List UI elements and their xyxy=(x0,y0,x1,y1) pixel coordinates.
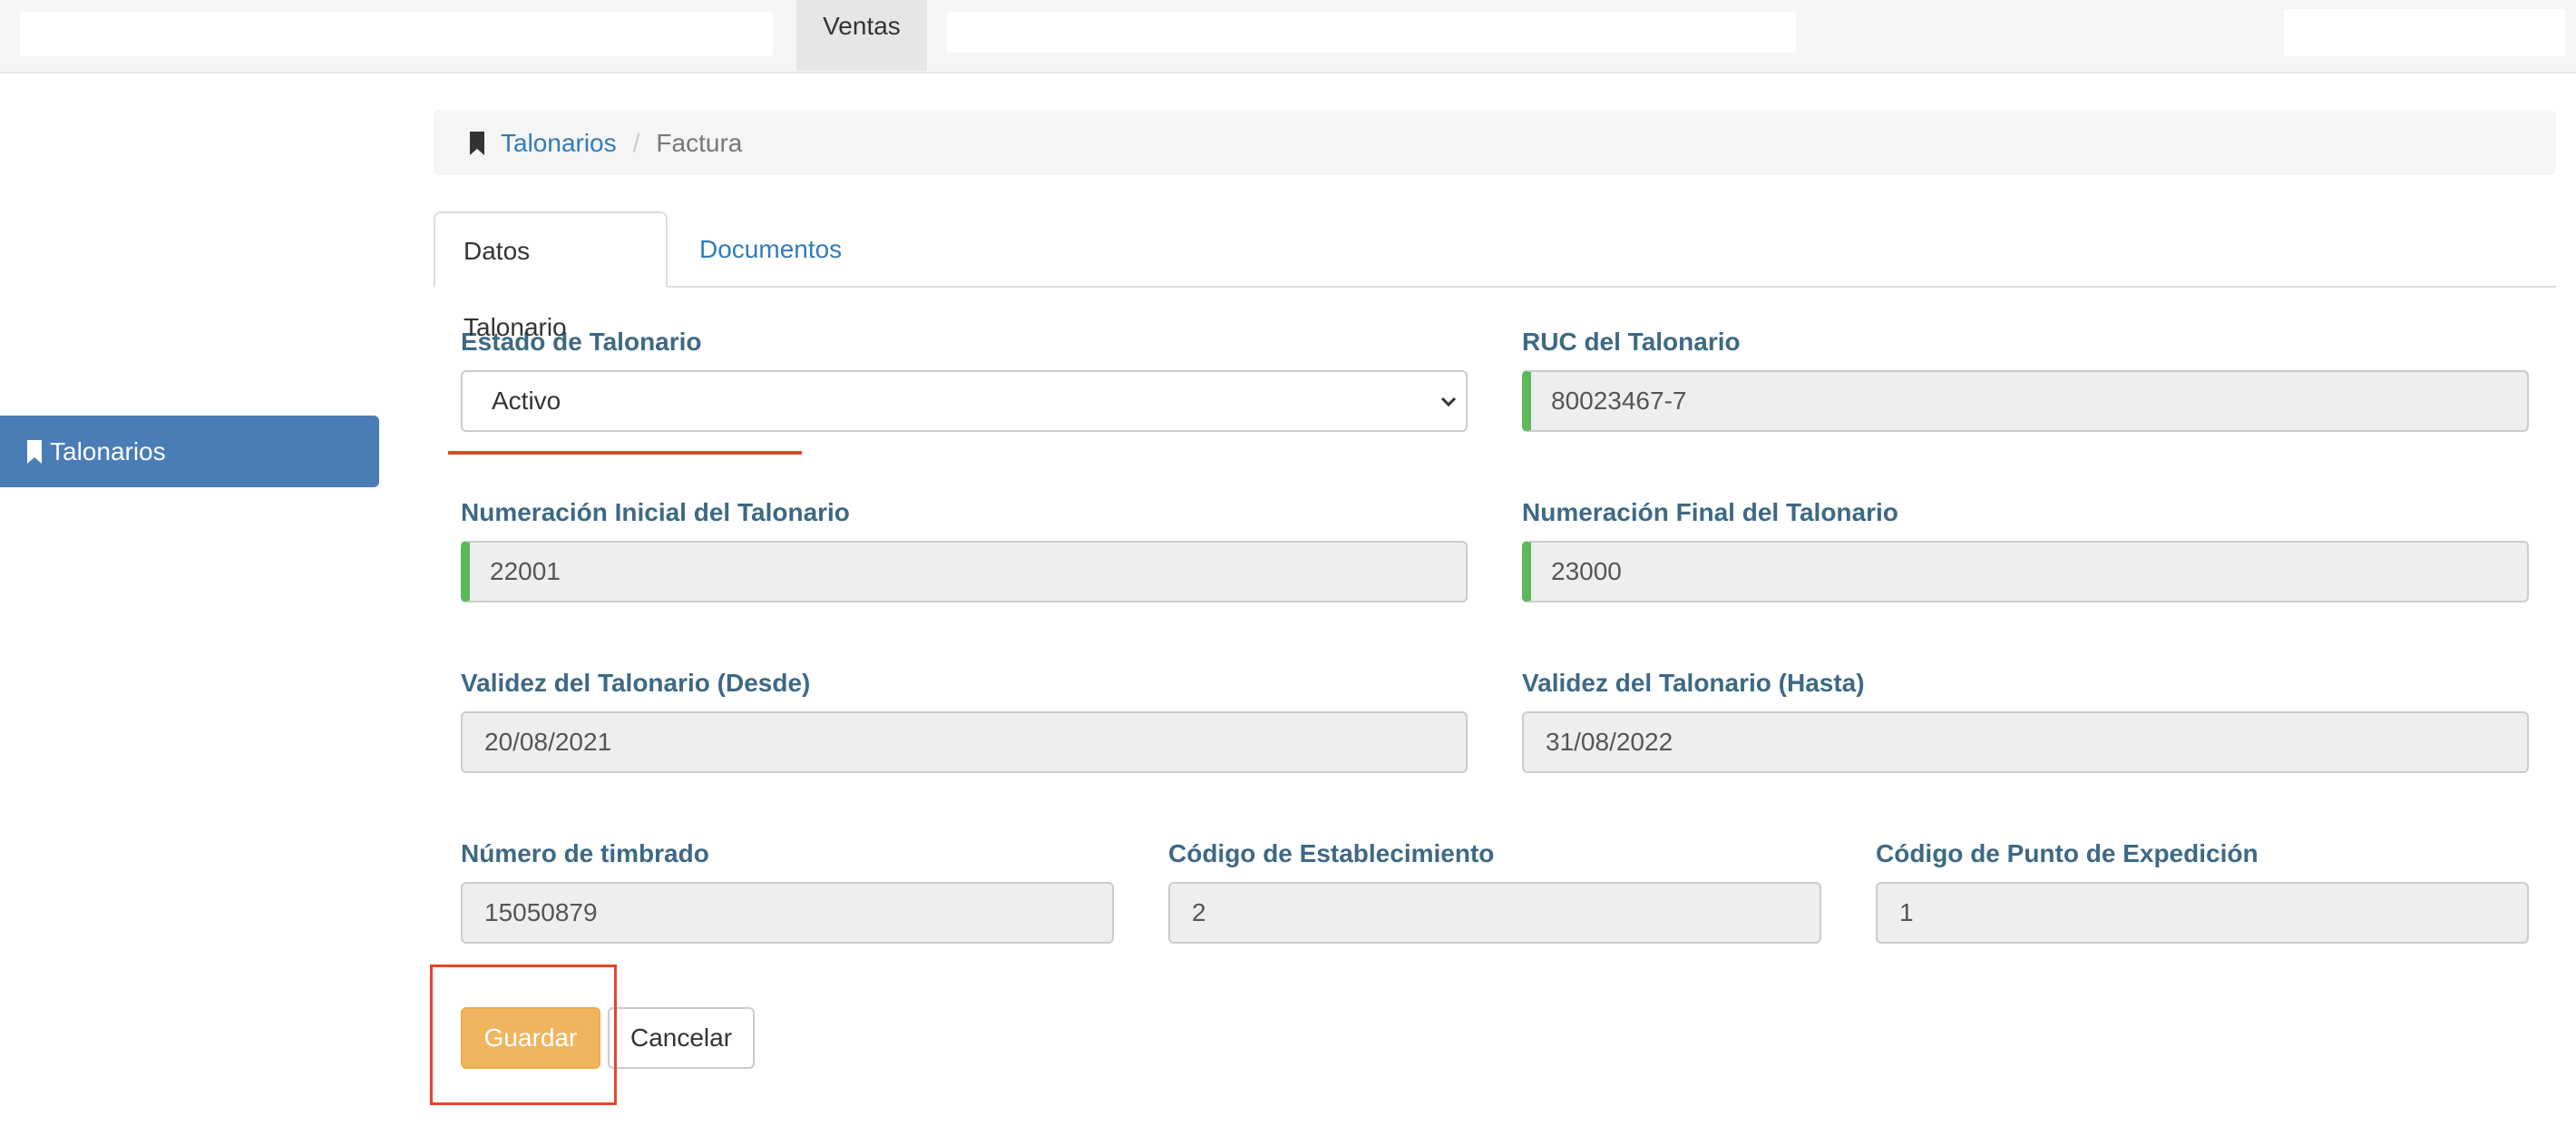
chevron-down-icon xyxy=(1440,397,1457,407)
validez-desde-label: Validez del Talonario (Desde) xyxy=(461,669,811,697)
estado-select[interactable]: Activo xyxy=(461,370,1468,432)
validez-hasta-label: Validez del Talonario (Hasta) xyxy=(1522,669,1865,697)
sidebar-item-talonarios[interactable]: Talonarios xyxy=(0,416,379,487)
num-inicial-label: Numeración Inicial del Talonario xyxy=(461,498,850,526)
num-final-field[interactable]: 23000 xyxy=(1522,541,2529,602)
nav-tab-ventas[interactable]: Ventas xyxy=(796,0,927,71)
breadcrumb-current: Factura xyxy=(656,128,743,157)
timbrado-field[interactable]: 15050879 xyxy=(461,882,1114,944)
tab-documentos[interactable]: Documentos xyxy=(671,211,870,288)
establecimiento-value: 2 xyxy=(1192,898,1206,926)
top-nav-placeholder-center xyxy=(947,12,1796,53)
establecimiento-label: Código de Establecimiento xyxy=(1168,839,1495,867)
top-nav-placeholder-right xyxy=(2284,9,2565,56)
punto-expedicion-label: Código de Punto de Expedición xyxy=(1876,839,2259,867)
bookmark-icon xyxy=(27,439,42,464)
top-nav-placeholder-left xyxy=(20,12,773,56)
bookmark-icon xyxy=(470,131,484,155)
ruc-value: 80023467-7 xyxy=(1551,387,1687,415)
tab-datos-talonario[interactable]: Datos Talonario xyxy=(434,211,668,341)
num-final-label: Numeración Final del Talonario xyxy=(1522,498,1898,526)
sidebar-item-label: Talonarios xyxy=(50,436,166,465)
annotation-underline xyxy=(448,451,802,455)
ruc-label: RUC del Talonario xyxy=(1522,328,1741,356)
estado-select-value: Activo xyxy=(492,387,561,415)
breadcrumb-separator: / xyxy=(632,128,640,157)
top-navbar: Ventas xyxy=(0,0,2576,73)
validez-hasta-field[interactable]: 31/08/2022 xyxy=(1522,711,2529,773)
timbrado-label: Número de timbrado xyxy=(461,839,709,867)
annotation-highlight-box xyxy=(430,965,617,1105)
breadcrumb: Talonarios / Factura xyxy=(434,111,2556,175)
num-final-value: 23000 xyxy=(1551,557,1622,585)
establecimiento-field[interactable]: 2 xyxy=(1168,882,1821,944)
num-inicial-field[interactable]: 22001 xyxy=(461,541,1468,602)
cancel-button[interactable]: Cancelar xyxy=(608,1007,755,1069)
validez-hasta-value: 31/08/2022 xyxy=(1546,728,1673,756)
punto-expedicion-field[interactable]: 1 xyxy=(1876,882,2529,944)
ruc-field[interactable]: 80023467-7 xyxy=(1522,370,2529,432)
punto-expedicion-value: 1 xyxy=(1899,898,1914,926)
tabs-divider xyxy=(434,286,2556,288)
breadcrumb-link-talonarios[interactable]: Talonarios xyxy=(501,129,617,158)
num-inicial-value: 22001 xyxy=(490,557,561,585)
validez-desde-field[interactable]: 20/08/2021 xyxy=(461,711,1468,773)
timbrado-value: 15050879 xyxy=(484,898,598,926)
validez-desde-value: 20/08/2021 xyxy=(484,728,612,756)
